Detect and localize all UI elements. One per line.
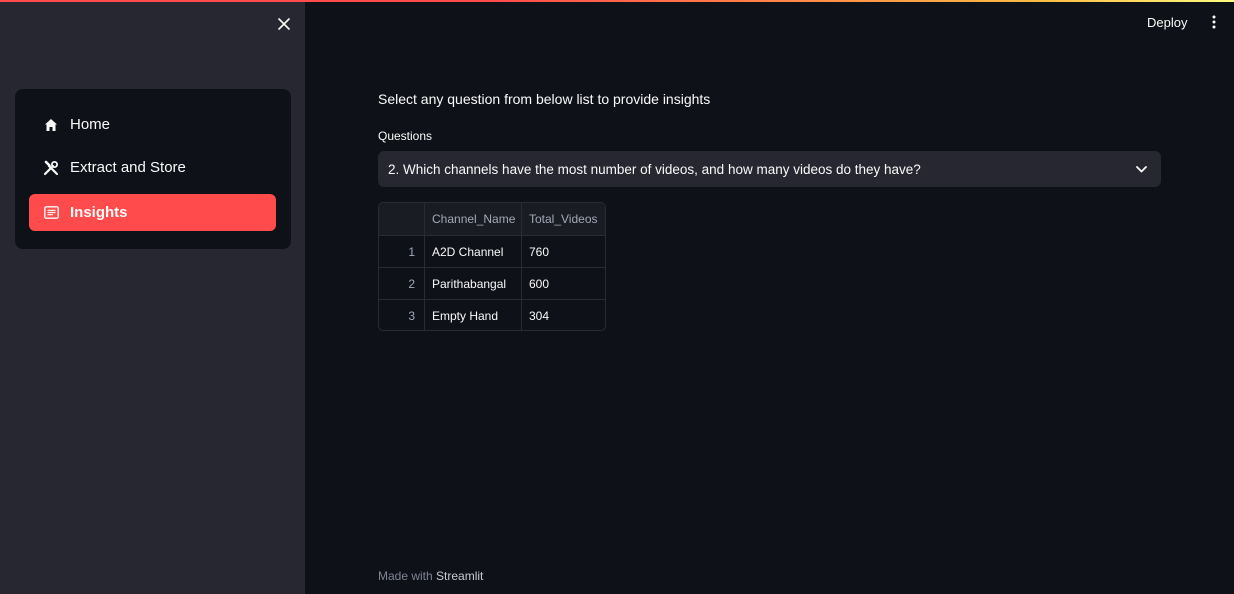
questions-select[interactable]: 2. Which channels have the most number o…	[378, 151, 1161, 187]
sidebar-item-label: Insights	[70, 204, 128, 221]
column-header-channel-name[interactable]: Channel_Name	[425, 203, 522, 235]
questions-label: Questions	[378, 129, 433, 143]
sidebar-item-insights[interactable]: Insights	[29, 194, 276, 231]
channel-name-cell[interactable]: Empty Hand	[425, 300, 522, 330]
index-header	[379, 203, 425, 235]
table-row: 2 Parithabangal 600	[379, 268, 605, 300]
table-row: 1 A2D Channel 760	[379, 236, 605, 268]
sidebar-item-label: Home	[70, 116, 111, 133]
total-videos-cell[interactable]: 600	[522, 268, 605, 299]
home-icon	[42, 116, 60, 134]
deploy-button[interactable]: Deploy	[1141, 12, 1193, 32]
footer: Made with Streamlit	[378, 569, 483, 583]
page-heading: Select any question from below list to p…	[378, 91, 711, 107]
sidebar-item-home[interactable]: Home	[29, 106, 276, 143]
kebab-menu-icon	[1212, 15, 1216, 29]
top-decoration-bar	[0, 0, 1234, 2]
channel-name-cell[interactable]: A2D Channel	[425, 236, 522, 267]
footer-prefix: Made with	[378, 569, 433, 583]
row-index: 2	[379, 268, 425, 299]
column-header-total-videos[interactable]: Total_Videos	[522, 203, 605, 235]
sidebar-item-label: Extract and Store	[70, 159, 186, 176]
sidebar-item-extract-and-store[interactable]: Extract and Store	[29, 149, 276, 186]
streamlit-link[interactable]: Streamlit	[436, 569, 483, 583]
total-videos-cell[interactable]: 304	[522, 300, 605, 330]
selected-question: 2. Which channels have the most number o…	[388, 161, 921, 177]
results-table[interactable]: Channel_Name Total_Videos 1 A2D Channel …	[378, 202, 606, 331]
tools-icon	[42, 159, 60, 177]
chevron-down-icon	[1133, 161, 1149, 177]
table-header-row: Channel_Name Total_Videos	[379, 203, 605, 236]
row-index: 1	[379, 236, 425, 267]
channel-name-cell[interactable]: Parithabangal	[425, 268, 522, 299]
nav-menu: Home Extract and Store Insights	[15, 89, 291, 249]
sidebar: Home Extract and Store Insights	[0, 0, 305, 594]
close-icon	[278, 18, 290, 30]
main-menu-button[interactable]	[1205, 12, 1223, 32]
list-icon	[42, 204, 60, 222]
close-sidebar-button[interactable]	[274, 14, 294, 34]
row-index: 3	[379, 300, 425, 330]
table-row: 3 Empty Hand 304	[379, 300, 605, 330]
total-videos-cell[interactable]: 760	[522, 236, 605, 267]
